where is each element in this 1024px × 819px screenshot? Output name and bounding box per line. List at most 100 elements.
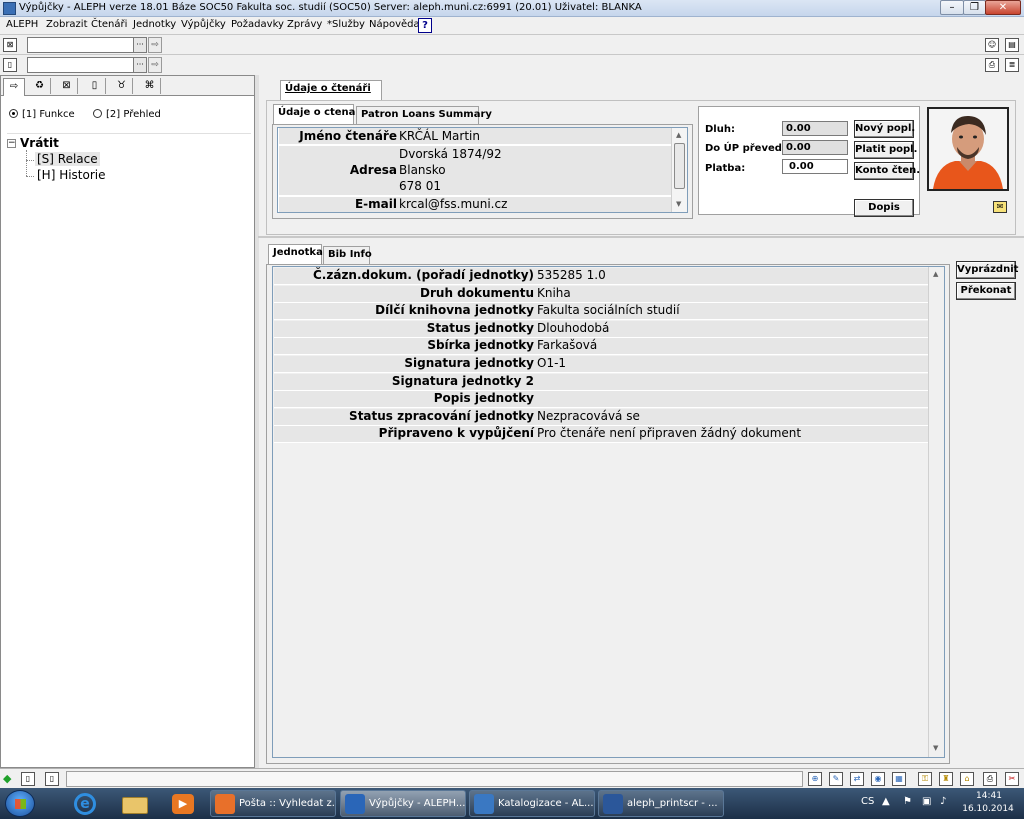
tree-item-historie[interactable]: [H] Historie: [35, 168, 108, 182]
tree-item-relace[interactable]: [S] Relace: [35, 152, 100, 166]
start-button[interactable]: [5, 790, 35, 817]
status-globe-icon[interactable]: ◉: [871, 772, 885, 786]
tab-patron-icon[interactable]: ⊠: [56, 78, 78, 94]
patron-id-icon[interactable]: ⊠: [3, 38, 17, 52]
status-bar: ◆ ▯ ▯ ⊕ ✎ ⇄ ◉ ▦ ⚿ ♜ ⌂ ⎙ ✂: [0, 768, 1024, 788]
status-exit-icon[interactable]: ✂: [1005, 772, 1019, 786]
status-doc-icon[interactable]: ▯: [21, 772, 35, 786]
novy-poplatek-button[interactable]: Nový popl.: [854, 120, 915, 138]
item-lookup-icon[interactable]: ···: [133, 58, 146, 72]
tree-collapse-icon[interactable]: −: [7, 139, 16, 148]
status-key-icon[interactable]: ⚿: [918, 772, 932, 786]
menu-zobrazit[interactable]: Zobrazit: [46, 19, 88, 30]
patron-card-icon[interactable]: ▤: [1005, 38, 1019, 52]
tab-request-icon[interactable]: ♉: [111, 78, 133, 94]
splitter[interactable]: [255, 75, 259, 768]
status-lock-icon[interactable]: ♜: [939, 772, 953, 786]
close-button[interactable]: ✕: [985, 0, 1021, 15]
tray-flag-icon[interactable]: ⚑: [903, 796, 912, 807]
maximize-button[interactable]: ❐: [963, 0, 986, 15]
menu-pozadavky[interactable]: Požadavky: [231, 19, 284, 30]
tab-recycle-icon[interactable]: ♻: [29, 78, 51, 94]
dopis-button[interactable]: Dopis: [854, 199, 914, 217]
tab-jednotka[interactable]: Jednotka: [268, 244, 323, 264]
tray-volume-icon[interactable]: ♪: [940, 796, 946, 807]
media-player-icon[interactable]: ▶: [164, 791, 200, 817]
menu-napoveda[interactable]: Nápověda: [369, 19, 420, 30]
patron-lookup-icon[interactable]: ···: [133, 38, 146, 52]
status-home-icon[interactable]: ⌂: [960, 772, 974, 786]
task-posta[interactable]: Pošta :: Vyhledat z...: [210, 790, 336, 817]
vyprazdnit-button[interactable]: Vyprázdnit: [956, 261, 1018, 279]
task-aleph-printscr[interactable]: aleph_printscr - ...: [598, 790, 724, 817]
tree-root-vratit[interactable]: Vrátit: [20, 136, 59, 150]
scroll-thumb[interactable]: [674, 143, 685, 189]
item-scroll-up-icon[interactable]: ▲: [933, 270, 938, 278]
platit-poplatek-button[interactable]: Platit popl.: [854, 141, 917, 159]
menu-jednotky[interactable]: Jednotky: [133, 19, 176, 30]
tab-bib-info[interactable]: Bib Info: [323, 246, 372, 264]
envelope-icon[interactable]: ✉: [993, 201, 1007, 213]
menu-zpravy[interactable]: Zprávy: [287, 19, 322, 30]
tab-patron-loans-summary[interactable]: Patron Loans Summary: [356, 106, 492, 124]
menu-sluzby[interactable]: *Služby: [327, 19, 365, 30]
item-barcode-icon[interactable]: ▯: [3, 58, 17, 72]
dluh-value: 0.00: [782, 121, 848, 136]
tab-udaje-o-ctenari-inner[interactable]: Údaje o ctenari: [273, 104, 364, 124]
item-row-label: Status zpracování jednotky: [349, 408, 534, 423]
window-title: Výpůjčky - ALEPH verze 18.01 Báze SOC50 …: [19, 2, 642, 13]
menu-vypujcky[interactable]: Výpůjčky: [181, 19, 226, 30]
language-indicator[interactable]: CS: [861, 796, 874, 807]
task-katalogizace[interactable]: Katalogizace - AL...: [469, 790, 595, 817]
scroll-up-icon[interactable]: ▲: [676, 131, 681, 139]
item-row-label: Sbírka jednotky: [427, 338, 534, 353]
scroll-down-icon[interactable]: ▼: [676, 200, 681, 208]
konto-ctenare-button[interactable]: Konto čten.: [854, 162, 920, 180]
task-vypujcky-icon: [345, 794, 365, 814]
patron-go-icon[interactable]: ⇨: [148, 37, 162, 53]
patron-id-input[interactable]: ···: [27, 37, 147, 53]
clock-date[interactable]: 16.10.2014: [960, 804, 1016, 814]
ie-icon[interactable]: e: [66, 791, 102, 817]
prekonat-button[interactable]: Překonat: [956, 282, 1016, 300]
radio-prehled[interactable]: [2] Přehled: [93, 109, 161, 120]
status-table-icon[interactable]: ▦: [892, 772, 906, 786]
left-panel: ⇨ ♻ ⊠ ▯ ♉ ⌘ [1] Funkce [2] Přehled − Vrá…: [0, 75, 255, 768]
task-vypujcky[interactable]: Výpůjčky - ALEPH...: [340, 790, 466, 817]
minimize-button[interactable]: –: [940, 0, 964, 15]
status-edit-icon[interactable]: ✎: [829, 772, 843, 786]
menu-aleph[interactable]: ALEPH: [6, 19, 38, 30]
item-go-icon[interactable]: ⇨: [148, 57, 162, 73]
tab-circulation-icon[interactable]: ⇨: [3, 78, 25, 96]
patron-person-icon[interactable]: ☺: [985, 38, 999, 52]
radio-funkce[interactable]: [1] Funkce: [9, 109, 75, 120]
status-ok-icon: ◆: [3, 772, 12, 785]
left-tab-strip: ⇨ ♻ ⊠ ▯ ♉ ⌘: [1, 76, 254, 96]
item-scrollbar[interactable]: ▲ ▼: [928, 267, 944, 757]
help-icon[interactable]: ?: [418, 18, 432, 33]
tab-udaje-o-ctenari[interactable]: Údaje o čtenáři: [280, 80, 382, 100]
status-doc2-icon[interactable]: ▯: [45, 772, 59, 786]
status-refresh-icon[interactable]: ⊕: [808, 772, 822, 786]
status-print-icon[interactable]: ⎙: [983, 772, 997, 786]
item-row-value: Dlouhodobá: [537, 320, 610, 335]
tree-line: [26, 150, 27, 176]
explorer-icon[interactable]: [116, 791, 152, 817]
status-transfer-icon[interactable]: ⇄: [850, 772, 864, 786]
item-row-value: O1-1: [537, 356, 567, 370]
item-row-value: Fakulta sociálních studií: [537, 303, 680, 318]
item-scroll-down-icon[interactable]: ▼: [933, 744, 938, 752]
clock-time[interactable]: 14:41: [966, 791, 1012, 801]
item-barcode-input[interactable]: ···: [27, 57, 147, 73]
tray-network-icon[interactable]: ▣: [922, 796, 931, 807]
patron-email-label: E-mail: [354, 197, 397, 211]
platba-input[interactable]: 0.00: [782, 159, 848, 174]
patron-name-label: Jméno čtenáře: [299, 129, 397, 143]
list-icon[interactable]: ≣: [1005, 58, 1019, 72]
menu-ctenari[interactable]: Čtenáři: [91, 19, 127, 30]
tab-binoculars-icon[interactable]: ⌘: [139, 78, 161, 94]
printer-icon[interactable]: ⎙: [985, 58, 999, 72]
tray-arrow-icon[interactable]: ▲: [882, 796, 890, 807]
patron-scrollbar[interactable]: ▲ ▼: [671, 128, 687, 212]
tab-item-icon[interactable]: ▯: [84, 78, 106, 94]
